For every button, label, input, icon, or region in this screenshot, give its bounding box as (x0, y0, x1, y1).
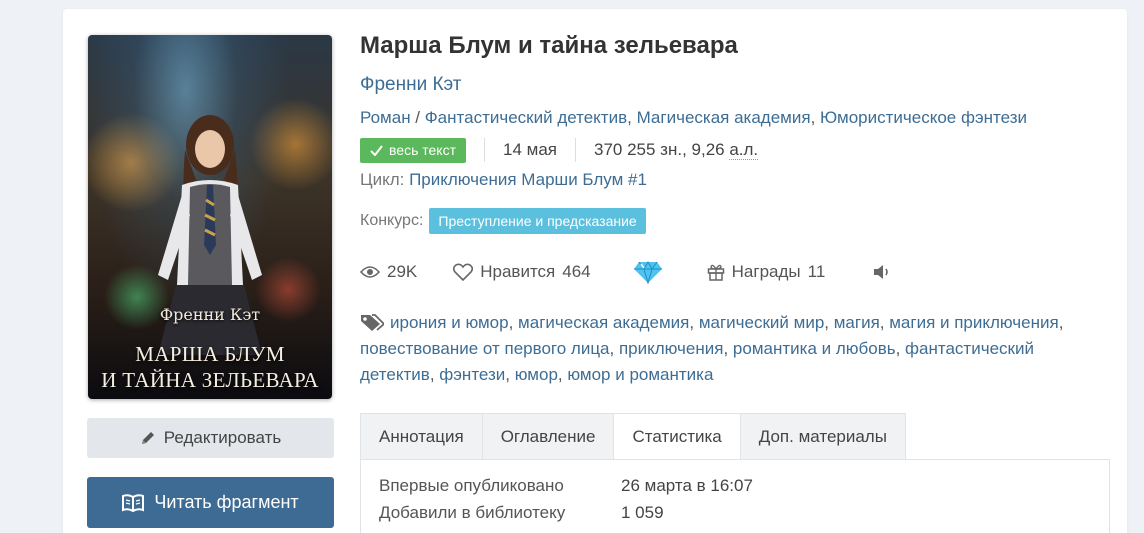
full-text-badge: весь текст (360, 137, 466, 163)
first-published-value: 26 марта в 16:07 (621, 476, 753, 495)
genre-list: Роман / Фантастический детектив, Магичес… (360, 108, 1027, 127)
author-link[interactable]: Френни Кэт (360, 74, 462, 96)
stat-row-library: Добавили в библиотеку 1 059 (379, 503, 664, 523)
first-published-label: Впервые опубликовано (379, 476, 564, 495)
stats-row: 29K Нравится 464 Награды 11 (360, 259, 891, 285)
tab-contents[interactable]: Оглавление (481, 413, 614, 460)
open-book-icon (122, 493, 145, 512)
cover-title-line2: И ТАЙНА ЗЕЛЬЕВАРА (101, 368, 319, 392)
library-label: Добавили в библиотеку (379, 503, 566, 522)
tag-link[interactable]: магический мир (699, 313, 824, 332)
contest-badge[interactable]: Преступление и предсказание (429, 207, 646, 234)
tag-link[interactable]: ирония и юмор (390, 313, 509, 332)
divider (484, 138, 485, 162)
tag-link[interactable]: романтика и любовь (733, 339, 896, 358)
tag-link[interactable]: магия (834, 313, 880, 332)
cover-title: МАРША БЛУМ И ТАЙНА ЗЕЛЬЕВАРА (88, 341, 332, 393)
diamond-icon (633, 260, 662, 284)
book-meta-row: весь текст 14 мая 370 255 зн., 9,26 а.л. (360, 137, 759, 163)
book-title: Марша Блум и тайна зельевара (360, 32, 738, 59)
tag-link[interactable]: магия и приключения (889, 313, 1058, 332)
cycle-row: Цикл: Приключения Марши Блум #1 (360, 170, 647, 190)
tab-extra-materials[interactable]: Доп. материалы (739, 413, 906, 460)
cycle-label: Цикл: (360, 170, 405, 189)
check-icon (370, 144, 383, 156)
likes-label: Нравится (480, 262, 556, 281)
edit-button-label: Редактировать (163, 428, 282, 447)
awards-label: Награды (731, 262, 801, 281)
character-count: 370 255 зн., 9,26 а.л. (593, 140, 759, 160)
awards-count: 11 (807, 262, 826, 281)
tag-link[interactable]: приключения (619, 339, 723, 358)
contest-row: Конкурс: Преступление и предсказание (360, 207, 646, 234)
diamond-button[interactable] (633, 260, 663, 284)
read-fragment-button[interactable]: Читать фрагмент (87, 477, 334, 528)
likes-stat[interactable]: Нравится 464 (453, 262, 591, 282)
read-fragment-label: Читать фрагмент (154, 492, 299, 512)
audio-button[interactable] (873, 264, 891, 280)
tab-annotation[interactable]: Аннотация (360, 413, 482, 460)
views-count: 29K (387, 262, 418, 281)
book-cover[interactable]: Френни Кэт МАРША БЛУМ И ТАЙНА ЗЕЛЬЕВАРА (88, 35, 332, 399)
speaker-icon (874, 265, 889, 279)
tag-link[interactable]: магическая академия (518, 313, 689, 332)
publish-date: 14 мая (503, 140, 557, 159)
awards-stat[interactable]: Награды 11 (707, 262, 826, 282)
pencil-icon (141, 432, 154, 444)
views-stat: 29K (360, 262, 417, 282)
author-sheets-unit: а.л. (729, 140, 759, 160)
cycle-link[interactable]: Приключения Марши Блум #1 (409, 170, 647, 189)
genre-link[interactable]: Магическая академия (637, 108, 811, 127)
cover-author: Френни Кэт (159, 305, 261, 324)
heart-icon (453, 263, 474, 281)
library-value: 1 059 (621, 503, 664, 522)
tab-statistics[interactable]: Статистика (613, 413, 740, 460)
edit-button[interactable]: Редактировать (87, 418, 334, 458)
tag-link[interactable]: юмор и романтика (567, 365, 713, 384)
divider (574, 138, 576, 162)
cover-title-line1: МАРША БЛУМ (135, 342, 285, 366)
genre-link[interactable]: Юмористическое фэнтези (820, 108, 1027, 127)
genre-main-link[interactable]: Роман (360, 108, 411, 127)
contest-label: Конкурс: (360, 211, 424, 229)
book-tabs: Аннотация Оглавление Статистика Доп. мат… (360, 413, 906, 460)
tag-link[interactable]: повествование от первого лица (360, 339, 610, 358)
gift-icon (707, 264, 724, 281)
likes-count: 464 (562, 262, 591, 281)
tags-icon (361, 314, 384, 331)
tag-link[interactable]: юмор (515, 365, 558, 384)
genre-link[interactable]: Фантастический детектив (425, 108, 627, 127)
character-count-value: 370 255 зн., 9,26 (593, 140, 730, 159)
eye-icon (360, 266, 380, 278)
stat-row-first-published: Впервые опубликовано 26 марта в 16:07 (379, 476, 753, 496)
genre-separator: / (410, 108, 425, 127)
tag-link[interactable]: фэнтези (439, 365, 505, 384)
tag-list: ирония и юмор, магическая академия, маги… (360, 313, 1064, 384)
full-text-label: весь текст (389, 142, 456, 158)
statistics-panel: Впервые опубликовано 26 марта в 16:07 До… (360, 459, 1110, 533)
